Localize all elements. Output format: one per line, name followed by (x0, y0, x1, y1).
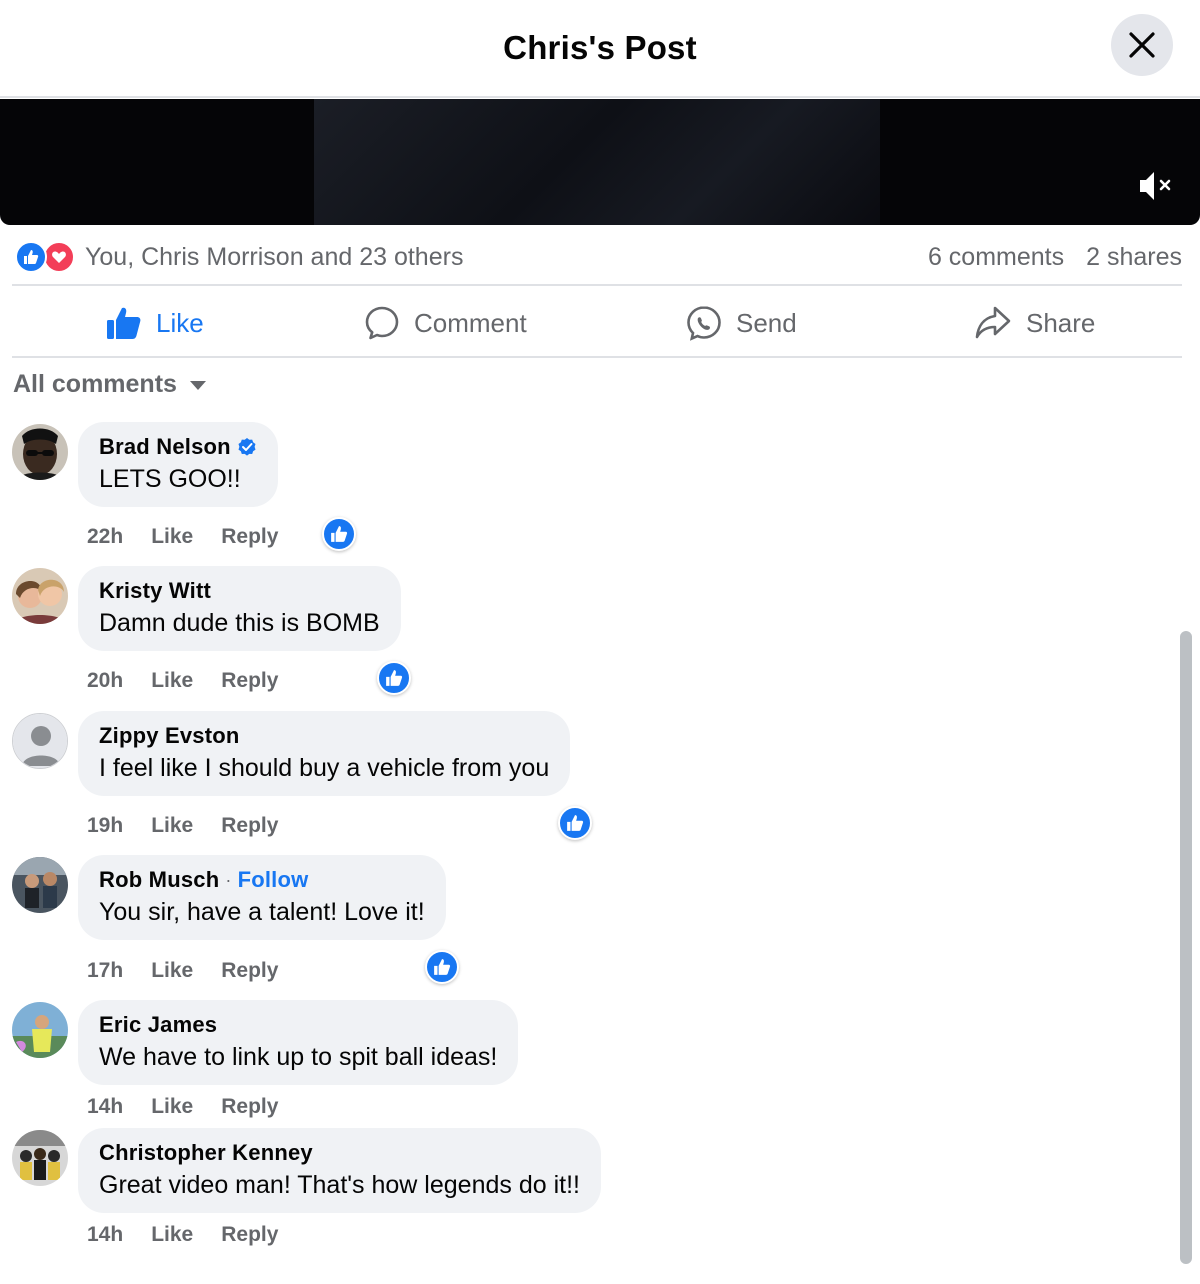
dialog-header: Chris's Post (0, 0, 1200, 98)
comment-meta: 14h Like Reply (87, 1095, 278, 1119)
comment-author[interactable]: Brad Nelson (99, 434, 231, 460)
follow-separator: · (225, 869, 232, 890)
comment-meta: 14h Like Reply (87, 1223, 278, 1247)
comment-bubble: Brad Nelson LETS GOO!! (78, 422, 278, 507)
comment-time[interactable]: 20h (87, 669, 123, 693)
comment-bubble-icon (365, 306, 399, 340)
avatar[interactable] (12, 713, 68, 769)
messenger-icon (687, 306, 721, 341)
comment-like-button[interactable]: Like (151, 1223, 193, 1247)
scrollbar-thumb[interactable] (1180, 631, 1192, 1264)
like-label: Like (156, 307, 204, 338)
video-player[interactable] (0, 99, 1200, 225)
video-frame (314, 99, 880, 225)
comment-button[interactable]: Comment (364, 288, 527, 358)
comment-text: You sir, have a talent! Love it! (99, 898, 425, 926)
verified-badge-icon (238, 438, 256, 456)
comment-like-button[interactable]: Like (151, 814, 193, 838)
follow-button[interactable]: Follow (238, 867, 309, 893)
comment-reply-button[interactable]: Reply (221, 1095, 278, 1119)
comment-label: Comment (414, 307, 527, 338)
comment-reaction-icon[interactable] (558, 806, 592, 840)
comment-reply-button[interactable]: Reply (221, 1223, 278, 1247)
thumbs-up-icon (107, 307, 141, 339)
avatar[interactable] (12, 1002, 68, 1058)
shares-count[interactable]: 2 shares (1086, 243, 1182, 272)
comment-reaction-icon[interactable] (322, 517, 356, 551)
comment-time[interactable]: 14h (87, 1223, 123, 1247)
comment-time[interactable]: 14h (87, 1095, 123, 1119)
comment-meta: 22h Like Reply (87, 525, 278, 549)
comment-author[interactable]: Eric James (99, 1012, 217, 1038)
comment-author[interactable]: Rob Musch (99, 867, 219, 893)
mute-button[interactable] (1136, 166, 1176, 211)
comment-author[interactable]: Christopher Kenney (99, 1140, 313, 1166)
comment-like-button[interactable]: Like (151, 959, 193, 983)
speaker-muted-icon (1140, 172, 1171, 200)
avatar[interactable] (12, 857, 68, 913)
comment-like-button[interactable]: Like (151, 525, 193, 549)
avatar[interactable] (12, 568, 68, 624)
comment-filter-dropdown[interactable]: All comments (13, 370, 207, 399)
comment-like-button[interactable]: Like (151, 1095, 193, 1119)
comments-count[interactable]: 6 comments (928, 243, 1064, 272)
comment-author[interactable]: Kristy Witt (99, 578, 211, 604)
share-arrow-icon (975, 306, 1011, 339)
like-button[interactable]: Like (106, 288, 204, 358)
comment-text: LETS GOO!! (99, 465, 241, 493)
comment-meta: 20h Like Reply (87, 669, 278, 693)
send-button[interactable]: Send (686, 288, 797, 358)
comment-author[interactable]: Zippy Evston (99, 723, 240, 749)
reaction-icons[interactable] (15, 241, 75, 273)
comment-meta: 19h Like Reply (87, 814, 278, 838)
comment-bubble: Eric James We have to link up to spit ba… (78, 1000, 519, 1085)
comment-reply-button[interactable]: Reply (221, 814, 278, 838)
comment-reply-button[interactable]: Reply (221, 959, 278, 983)
avatar[interactable] (12, 424, 68, 480)
comment-time[interactable]: 19h (87, 814, 123, 838)
comment-bubble: Christopher Kenney Great video man! That… (78, 1128, 601, 1213)
reactions-summary: You, Chris Morrison and 23 others 6 comm… (12, 236, 1182, 286)
page-title: Chris's Post (503, 29, 697, 66)
comment-meta: 17h Like Reply (87, 959, 278, 983)
comment-text: Damn dude this is BOMB (99, 609, 380, 637)
comment-text: We have to link up to spit ball ideas! (99, 1043, 498, 1071)
love-reaction-icon (43, 241, 75, 273)
comment-reaction-icon[interactable] (377, 661, 411, 695)
comment-bubble: Zippy Evston I feel like I should buy a … (78, 711, 571, 796)
avatar[interactable] (12, 1130, 68, 1186)
close-icon (1129, 32, 1155, 58)
comment-like-button[interactable]: Like (151, 669, 193, 693)
comment-text: I feel like I should buy a vehicle from … (99, 754, 550, 782)
comment-reaction-icon[interactable] (425, 950, 459, 984)
comment-reply-button[interactable]: Reply (221, 669, 278, 693)
post-actions: Like Comment Send Share (12, 288, 1182, 358)
share-label: Share (1026, 307, 1096, 338)
like-reaction-icon (15, 241, 47, 273)
send-label: Send (736, 307, 797, 338)
comment-text: Great video man! That's how legends do i… (99, 1171, 580, 1199)
comment-bubble: Rob Musch · Follow You sir, have a talen… (78, 855, 446, 940)
reactions-text[interactable]: You, Chris Morrison and 23 others (85, 243, 463, 272)
caret-down-icon (189, 380, 206, 390)
comment-time[interactable]: 22h (87, 525, 123, 549)
share-button[interactable]: Share (974, 288, 1095, 358)
filter-label: All comments (13, 370, 177, 398)
comment-time[interactable]: 17h (87, 959, 123, 983)
comment-reply-button[interactable]: Reply (221, 525, 278, 549)
close-button[interactable] (1111, 14, 1173, 76)
comment-bubble: Kristy Witt Damn dude this is BOMB (78, 566, 401, 651)
